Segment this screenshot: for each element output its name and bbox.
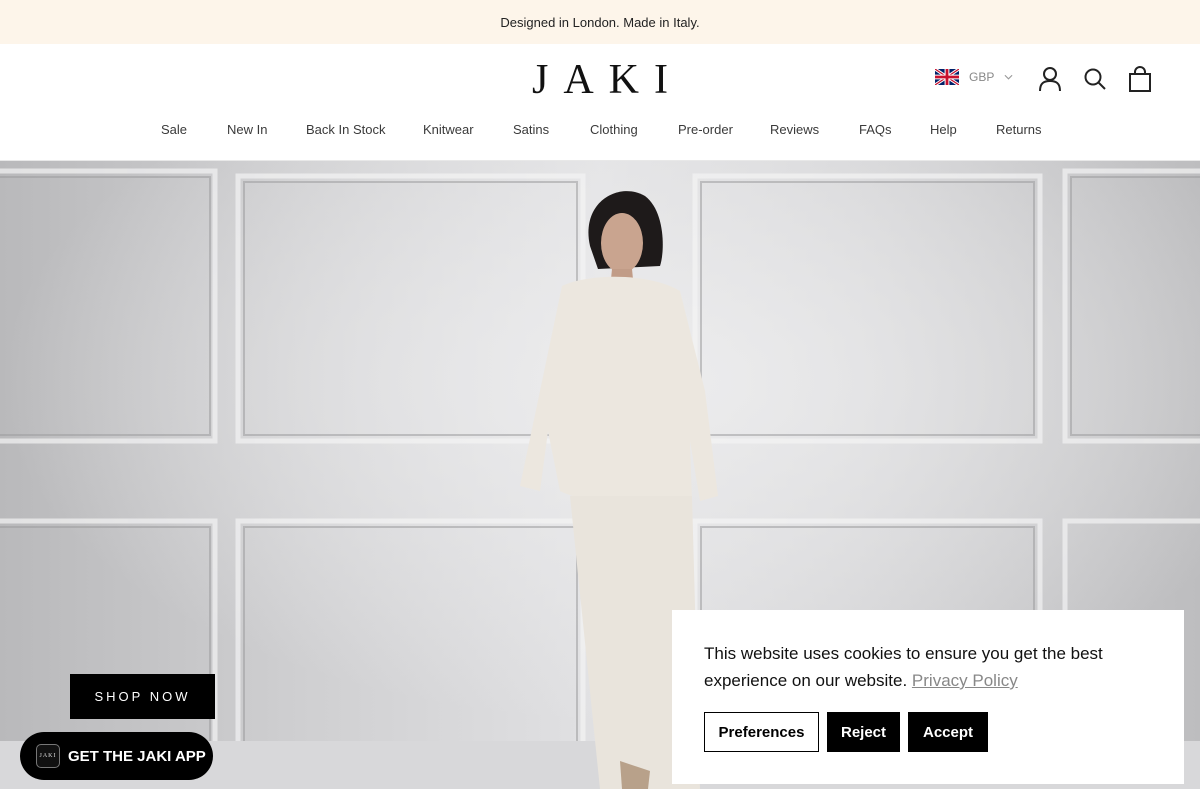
nav-item-faqs[interactable]: FAQs [859,122,892,137]
privacy-policy-link[interactable]: Privacy Policy [912,671,1018,690]
account-icon[interactable] [1038,66,1062,92]
reject-button[interactable]: Reject [827,712,900,752]
preferences-button[interactable]: Preferences [704,712,819,752]
nav-item-back-in-stock[interactable]: Back In Stock [306,122,385,137]
cookie-actions: Preferences Reject Accept [704,712,988,752]
get-app-label: GET THE JAKI APP [68,747,206,765]
nav-item-knitwear[interactable]: Knitwear [423,122,474,137]
nav-item-returns[interactable]: Returns [996,122,1042,137]
chevron-down-icon [1004,74,1013,80]
nav-item-clothing[interactable]: Clothing [590,122,638,137]
cookie-banner: This website uses cookies to ensure you … [672,610,1184,784]
get-app-button[interactable]: JAKI GET THE JAKI APP [20,732,213,780]
uk-flag-icon [935,69,959,85]
nav-item-help[interactable]: Help [930,122,957,137]
nav-item-sale[interactable]: Sale [161,122,187,137]
currency-selector[interactable]: GBP [935,69,1013,85]
announcement-bar: Designed in London. Made in Italy. [0,0,1200,44]
cookie-message: This website uses cookies to ensure you … [704,640,1152,694]
nav-item-pre-order[interactable]: Pre-order [678,122,733,137]
currency-code: GBP [969,70,995,84]
nav-item-reviews[interactable]: Reviews [770,122,819,137]
search-icon[interactable] [1083,66,1107,92]
app-logo-icon: JAKI [36,744,60,768]
main-nav: Sale New In Back In Stock Knitwear Satin… [0,122,1200,142]
brand-logo[interactable]: JAKI [0,57,1200,103]
cart-icon[interactable] [1128,66,1152,92]
cookie-text: This website uses cookies to ensure you … [704,644,1103,690]
nav-item-satins[interactable]: Satins [513,122,549,137]
announcement-text: Designed in London. Made in Italy. [500,14,700,30]
accept-button[interactable]: Accept [908,712,988,752]
shop-now-button[interactable]: SHOP NOW [70,674,215,719]
nav-item-new-in[interactable]: New In [227,122,267,137]
site-header: JAKI GBP Sale New In Back In Stock Knitw… [0,44,1200,161]
